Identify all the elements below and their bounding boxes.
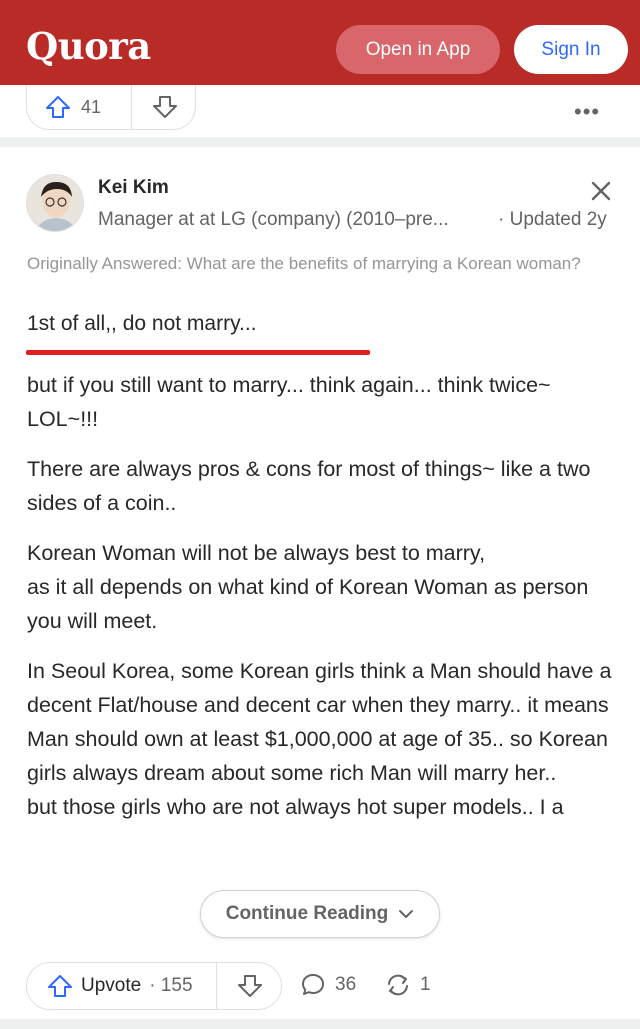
sign-in-button[interactable]: Sign In [514,25,628,74]
originally-answered[interactable]: Originally Answered: What are the benefi… [27,250,607,277]
comments-button[interactable]: 36 [300,972,356,998]
upvote-count: · 155 [149,975,193,996]
updated-timestamp[interactable]: · Updated 2y [498,209,607,231]
answer-vote-pill: Upvote · 155 [26,962,282,1010]
upvote-count: 41 [81,96,102,117]
upvote-icon [48,975,72,997]
red-underline-annotation [26,350,370,355]
chevron-down-icon [399,910,414,918]
comment-count: 36 [335,974,357,995]
answer-paragraph: LOL~!!! [27,407,99,431]
share-count: 1 [420,974,431,995]
continue-reading-button[interactable]: Continue Reading [200,890,440,938]
upvote-button[interactable]: Upvote · 155 [27,963,217,1009]
comment-icon [302,974,324,995]
answer-paragraph: Korean Woman will not be always best to … [27,541,486,565]
answer-paragraph: There are always pros & cons for most of… [27,457,591,515]
top-header: Quora Open in App Sign In [0,0,640,85]
answer-paragraph: but those girls who are not always hot s… [27,795,564,819]
answer-first-line: 1st of all,, do not marry... [27,312,257,335]
answer-paragraph: as it all depends on what kind of Korean… [27,575,589,633]
upvote-icon [46,96,70,118]
author-name[interactable]: Kei Kim [98,177,169,199]
upvote-button[interactable]: 41 [27,85,132,129]
answer-paragraph: In Seoul Korea, some Korean girls think … [27,659,612,785]
downvote-button[interactable] [133,85,197,129]
downvote-icon [238,975,262,997]
downvote-icon [153,96,177,118]
downvote-button[interactable] [218,963,282,1009]
previous-answer-actions: 41 ••• [0,85,640,137]
upvote-label: Upvote [81,975,142,996]
open-in-app-button[interactable]: Open in App [336,25,500,74]
avatar[interactable] [26,174,84,232]
continue-reading-label: Continue Reading [225,903,389,924]
share-icon [388,974,408,996]
answer-body: but if you still want to marry... think … [27,368,617,840]
answer-paragraph: but if you still want to marry... think … [27,373,551,397]
divider [0,1019,640,1029]
quora-logo[interactable]: Quora [26,24,151,68]
vote-pill: 41 [26,85,196,130]
divider [0,137,640,147]
share-button[interactable]: 1 [384,972,431,998]
close-icon[interactable] [588,178,614,204]
author-credential[interactable]: Manager at at LG (company) (2010–pre... [98,209,449,231]
more-icon[interactable]: ••• [574,99,600,125]
